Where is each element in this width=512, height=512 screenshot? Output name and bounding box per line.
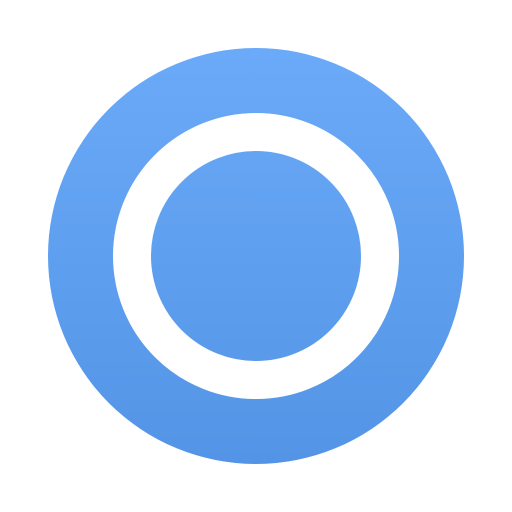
icon-canvas	[0, 0, 512, 512]
outer-disc	[48, 48, 464, 464]
ring-logo-icon	[48, 48, 464, 464]
